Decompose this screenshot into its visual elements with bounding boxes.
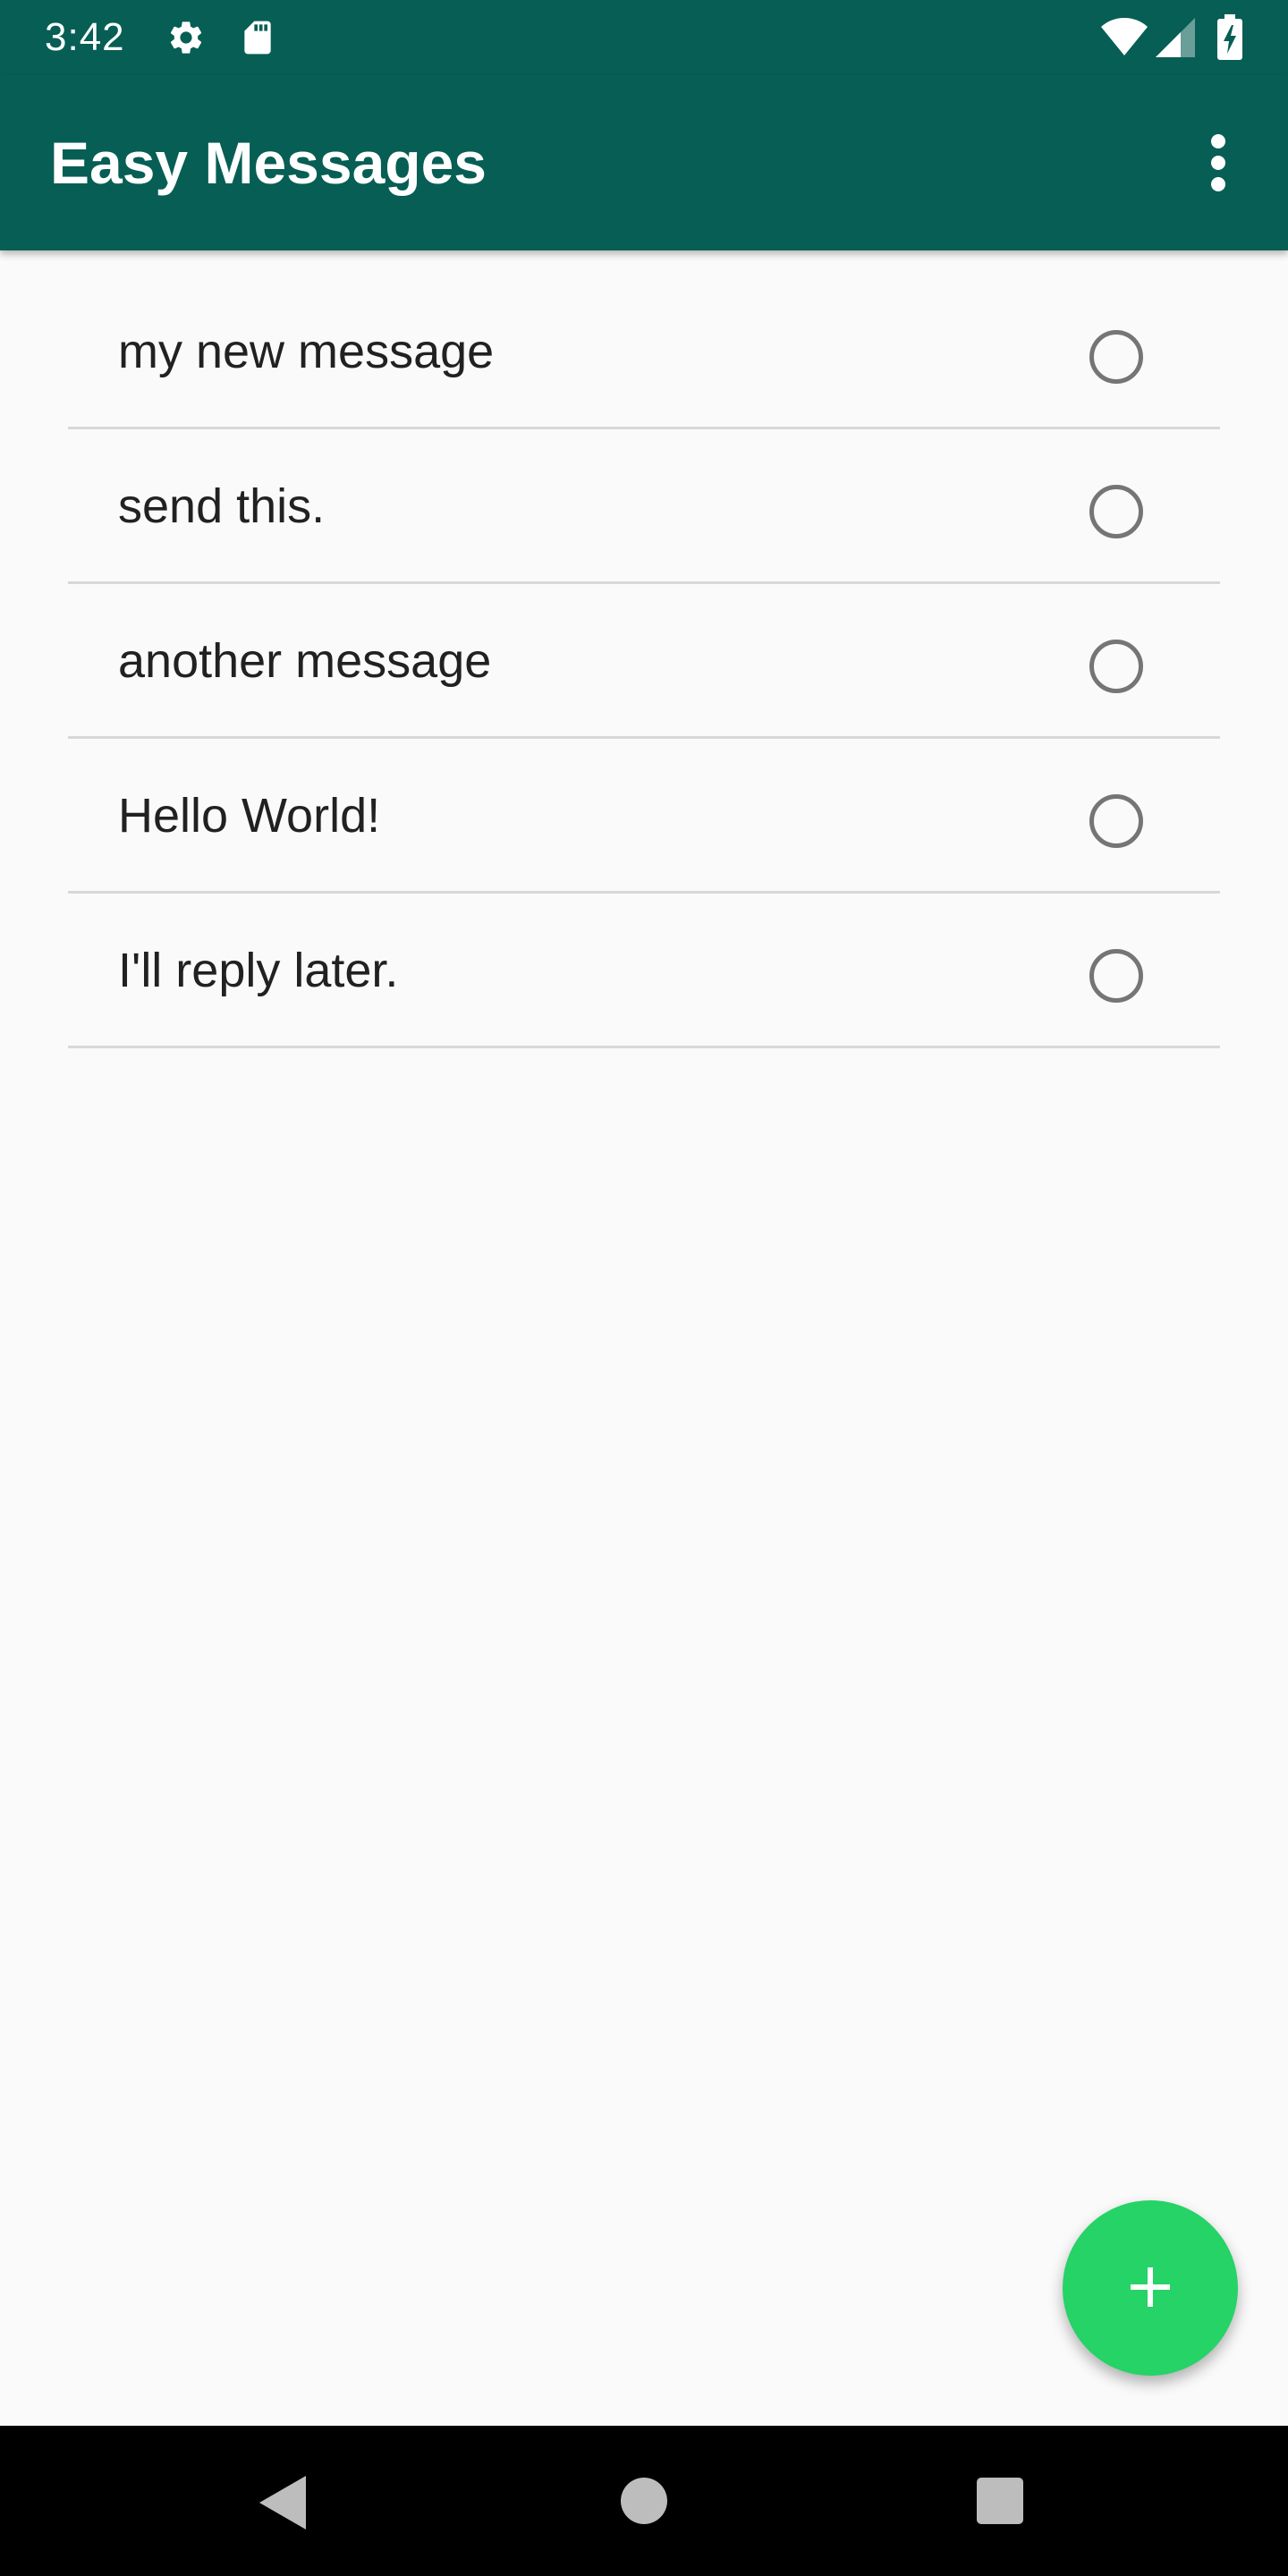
message-item[interactable]: another message	[68, 584, 1220, 739]
more-vert-icon[interactable]	[1186, 125, 1250, 200]
sdcard-icon	[244, 21, 271, 55]
home-icon[interactable]	[621, 2478, 667, 2524]
radio-button[interactable]	[1089, 330, 1143, 384]
battery-charging-icon	[1217, 14, 1242, 60]
gear-icon	[170, 21, 202, 54]
message-text: send this.	[118, 479, 326, 533]
status-time: 3:42	[45, 15, 125, 59]
app-bar: Easy Messages	[0, 75, 1288, 250]
message-item[interactable]: Hello World!	[68, 739, 1220, 894]
radio-button[interactable]	[1089, 794, 1143, 848]
message-item[interactable]: I'll reply later.	[68, 894, 1220, 1048]
message-item[interactable]: send this.	[68, 429, 1220, 584]
back-icon[interactable]	[259, 2476, 306, 2529]
signal-icon	[1156, 18, 1195, 57]
recents-icon[interactable]	[977, 2478, 1023, 2524]
radio-button[interactable]	[1089, 949, 1143, 1003]
wifi-icon	[1101, 18, 1148, 55]
radio-button[interactable]	[1089, 485, 1143, 538]
message-list: my new message send this. another messag…	[68, 250, 1220, 1048]
radio-button[interactable]	[1089, 640, 1143, 693]
message-text: my new message	[118, 325, 495, 378]
message-item[interactable]: my new message	[68, 250, 1220, 429]
app-title: Easy Messages	[50, 130, 487, 196]
message-text: Hello World!	[118, 789, 381, 843]
add-message-button[interactable]	[1063, 2200, 1238, 2376]
status-bar: 3:42	[0, 0, 1288, 75]
message-text: another message	[118, 634, 492, 688]
message-text: I'll reply later.	[118, 944, 399, 997]
